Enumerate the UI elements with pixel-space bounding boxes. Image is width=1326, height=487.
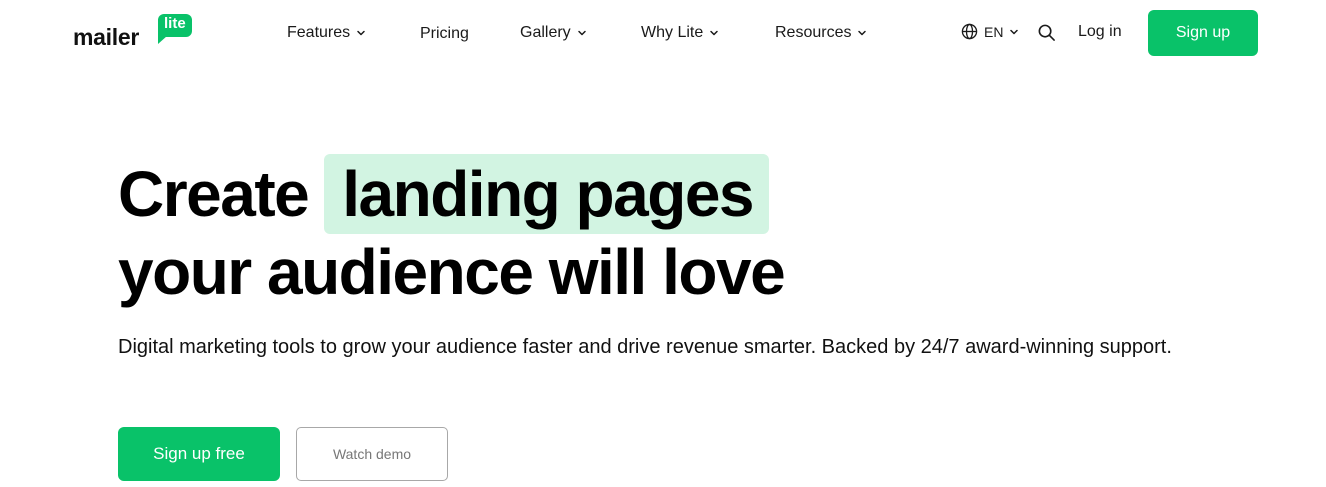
mailerlite-logo[interactable]: mailer lite bbox=[73, 14, 203, 50]
nav-pricing[interactable]: Pricing bbox=[420, 23, 469, 45]
site-header: mailer lite Features Pricing Gallery Why… bbox=[0, 0, 1326, 66]
login-link[interactable]: Log in bbox=[1078, 23, 1122, 41]
chevron-down-icon bbox=[577, 30, 586, 36]
watch-demo-button[interactable]: Watch demo bbox=[296, 427, 448, 481]
logo-wordmark: mailer bbox=[73, 24, 139, 50]
search-button[interactable] bbox=[1037, 23, 1057, 43]
chevron-down-icon bbox=[858, 30, 867, 36]
logo-badge: lite bbox=[158, 14, 192, 44]
signup-button[interactable]: Sign up bbox=[1148, 10, 1258, 56]
nav-resources-label: Resources bbox=[775, 24, 852, 41]
signup-free-button[interactable]: Sign up free bbox=[118, 427, 280, 481]
chevron-down-icon bbox=[710, 30, 718, 36]
hero-title-line-2: your audience will love bbox=[118, 236, 786, 308]
hero-title-highlight: landing pages bbox=[324, 154, 769, 234]
chevron-down-icon bbox=[357, 30, 365, 36]
nav-why-lite[interactable]: Why Lite bbox=[641, 22, 719, 44]
language-label: EN bbox=[984, 23, 1004, 40]
hero-subtitle: Digital marketing tools to grow your aud… bbox=[118, 336, 1172, 358]
chevron-down-icon bbox=[1010, 29, 1019, 34]
nav-features[interactable]: Features bbox=[287, 22, 366, 44]
nav-why-lite-label: Why Lite bbox=[641, 24, 704, 41]
hero-title-line-1: Create landing pages bbox=[118, 154, 784, 234]
search-icon bbox=[1038, 24, 1055, 41]
nav-gallery[interactable]: Gallery bbox=[520, 22, 587, 44]
nav-features-label: Features bbox=[287, 24, 351, 41]
nav-pricing-label: Pricing bbox=[420, 25, 469, 42]
nav-gallery-label: Gallery bbox=[520, 24, 571, 41]
language-selector[interactable]: EN bbox=[961, 23, 1019, 40]
hero-title: Create landing pages your audience will … bbox=[118, 154, 786, 314]
hero-title-plain: Create bbox=[118, 158, 310, 230]
nav-resources[interactable]: Resources bbox=[775, 22, 867, 44]
globe-icon bbox=[961, 23, 978, 40]
